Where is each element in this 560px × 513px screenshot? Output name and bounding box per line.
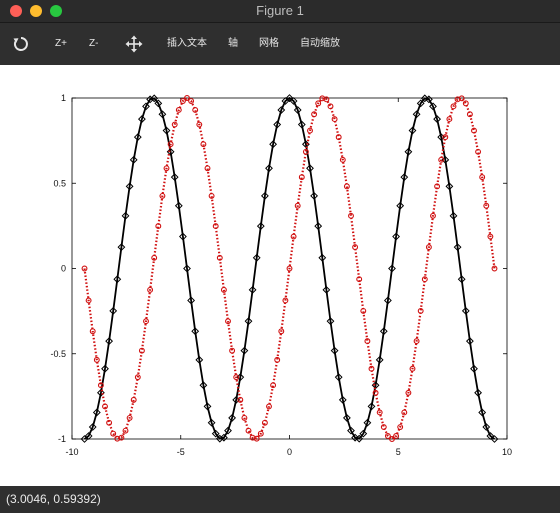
title-bar[interactable]: Figure 1 [0, 0, 560, 23]
x-tick-label: 5 [396, 447, 401, 457]
autoscale-button[interactable]: 自动缩放 [300, 23, 340, 65]
x-tick-label: -10 [65, 447, 78, 457]
window-title: Figure 1 [256, 3, 304, 18]
y-tick-label: 1 [61, 93, 66, 103]
insert-text-button[interactable]: 插入文本 [167, 23, 207, 65]
refresh-icon [13, 37, 28, 51]
x-tick-label: 0 [287, 447, 292, 457]
x-tick-label: 10 [502, 447, 512, 457]
pan-button[interactable] [125, 23, 143, 65]
status-bar: (3.0046, 0.59392) [0, 486, 560, 513]
grid-toggle-button[interactable]: 网格 [259, 23, 279, 65]
y-tick-label: -1 [58, 434, 66, 444]
cursor-coordinates: (3.0046, 0.59392) [6, 492, 101, 506]
figure-window: Figure 1 Z+ Z- 插入文本 轴 网格 自动缩放 -10 -5 0 5 1 [0, 0, 560, 513]
zoom-in-button[interactable]: Z+ [55, 23, 67, 65]
zoom-out-button[interactable]: Z- [89, 23, 98, 65]
chart-svg[interactable]: -10 -5 0 5 10 -1 -0.5 0 0.5 1 [0, 66, 560, 486]
x-tick-label: -5 [177, 447, 185, 457]
move-arrows-icon [125, 35, 143, 53]
reset-view-button[interactable] [12, 23, 32, 65]
y-tick-label: 0 [61, 264, 66, 274]
axis-toggle-button[interactable]: 轴 [228, 23, 238, 65]
y-tick-label: 0.5 [53, 178, 66, 188]
plot-area[interactable]: -10 -5 0 5 10 -1 -0.5 0 0.5 1 [0, 66, 560, 486]
y-tick-label: -0.5 [50, 349, 66, 359]
figure-toolbar: Z+ Z- 插入文本 轴 网格 自动缩放 [0, 23, 560, 65]
